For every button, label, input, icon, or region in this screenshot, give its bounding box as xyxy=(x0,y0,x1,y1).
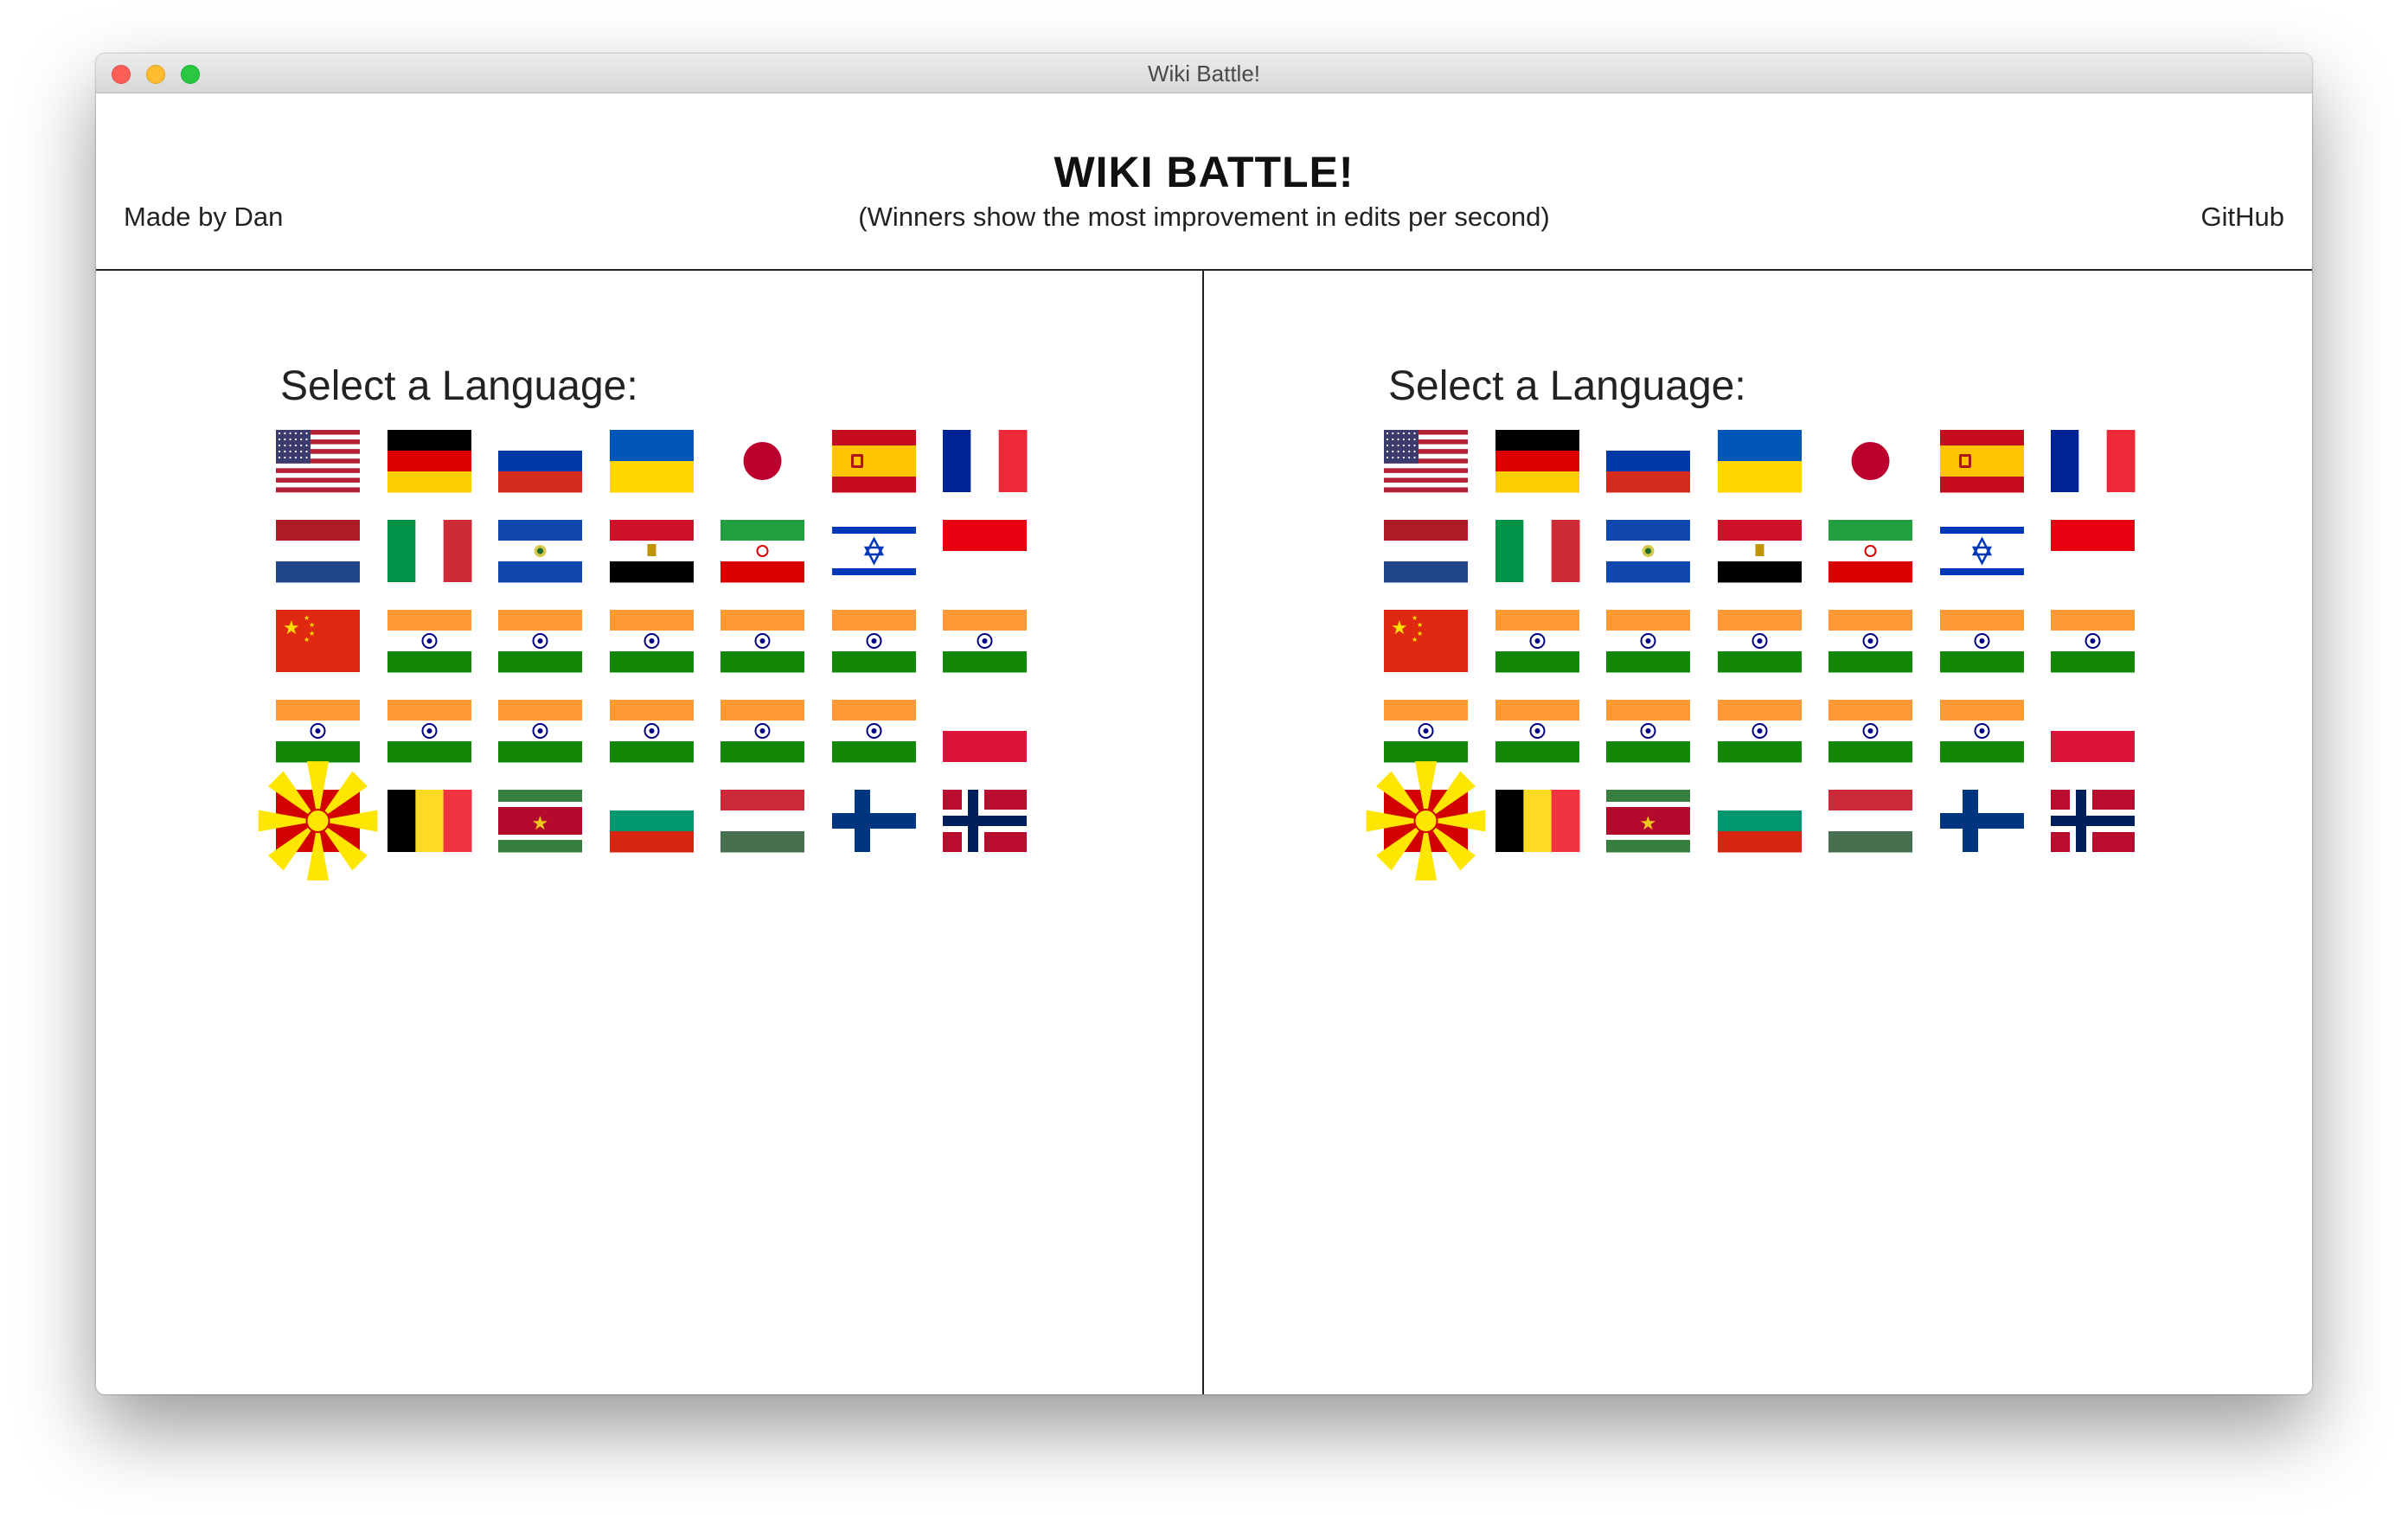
select-language-label: Select a Language: xyxy=(280,363,638,409)
germany-flag-button[interactable] xyxy=(387,430,471,493)
macedonia-flag-button[interactable] xyxy=(258,761,378,881)
india-flag-button[interactable] xyxy=(720,700,804,763)
china-flag-button[interactable]: ★ ★★★★ xyxy=(1384,610,1468,672)
el-salvador-flag-button[interactable] xyxy=(1606,520,1690,583)
india-flag-button[interactable] xyxy=(943,610,1027,673)
india-flag-button[interactable] xyxy=(1717,610,1802,673)
india-flag-button[interactable] xyxy=(1717,700,1802,763)
svg-text:★: ★ xyxy=(1417,621,1423,629)
india-flag-button[interactable] xyxy=(276,700,360,763)
italy-flag-button[interactable] xyxy=(1495,520,1579,582)
page-title: WIKI BATTLE! xyxy=(1054,148,1354,196)
india-flag-button[interactable] xyxy=(1828,700,1912,763)
iran-flag-button[interactable] xyxy=(720,520,804,583)
window-title: Wiki Battle! xyxy=(1147,61,1261,86)
bulgaria-flag-button[interactable] xyxy=(1717,790,1802,853)
norway-flag-button[interactable] xyxy=(2051,790,2135,852)
right-language-panel: Select a Language: ★ ★ ★ ★ ★ ★ xyxy=(1204,271,2311,1394)
israel-flag-button[interactable] xyxy=(1939,520,2024,582)
india-flag-button[interactable] xyxy=(498,700,582,763)
india-flag-button[interactable] xyxy=(720,610,804,673)
finland-flag-button[interactable] xyxy=(831,790,916,852)
india-flag-button[interactable] xyxy=(1939,610,2024,673)
hungary-flag-button[interactable] xyxy=(1828,790,1912,853)
spain-flag-button[interactable] xyxy=(1939,430,2024,493)
us-flag-button[interactable] xyxy=(276,430,360,493)
suriname-flag-button[interactable]: ★ xyxy=(1606,790,1690,853)
india-flag-button[interactable] xyxy=(609,700,694,763)
svg-text:★: ★ xyxy=(309,621,315,629)
svg-text:★: ★ xyxy=(1412,636,1418,644)
svg-text:★: ★ xyxy=(1391,618,1408,639)
india-flag-button[interactable] xyxy=(1606,610,1690,673)
belgium-flag-button[interactable] xyxy=(1495,790,1579,852)
hungary-flag-button[interactable] xyxy=(720,790,804,853)
india-flag-button[interactable] xyxy=(2051,610,2135,673)
svg-text:★: ★ xyxy=(532,813,549,835)
india-flag-button[interactable] xyxy=(387,610,471,673)
india-flag-button[interactable] xyxy=(1939,700,2024,763)
us-flag-button[interactable] xyxy=(1384,430,1468,493)
indonesia-flag-button[interactable] xyxy=(2051,520,2135,582)
page-subtitle: (Winners show the most improvement in ed… xyxy=(858,202,1550,232)
finland-flag-button[interactable] xyxy=(1939,790,2024,852)
made-by-text: Made by Dan xyxy=(124,202,284,232)
svg-text:★: ★ xyxy=(304,636,310,644)
india-flag-button[interactable] xyxy=(1384,700,1468,763)
netherlands-flag-button[interactable] xyxy=(1384,520,1468,583)
india-flag-button[interactable] xyxy=(831,700,916,763)
france-flag-button[interactable] xyxy=(943,430,1028,492)
japan-flag-button[interactable] xyxy=(720,430,804,492)
suriname-flag-button[interactable]: ★ xyxy=(498,790,582,853)
india-flag-button[interactable] xyxy=(831,610,916,673)
app-window: Wiki Battle! WIKI BATTLE! (Winners show … xyxy=(96,54,2312,1394)
svg-text:★: ★ xyxy=(1640,813,1657,835)
spain-flag-button[interactable] xyxy=(831,430,916,493)
france-flag-button[interactable] xyxy=(2051,430,2136,492)
belgium-flag-button[interactable] xyxy=(387,790,471,852)
indonesia-flag-button[interactable] xyxy=(943,520,1027,582)
ukraine-flag-button[interactable] xyxy=(609,430,694,493)
netherlands-flag-button[interactable] xyxy=(276,520,360,583)
china-flag-button[interactable]: ★ ★★★★ xyxy=(276,610,360,672)
poland-flag-button[interactable] xyxy=(943,700,1027,762)
russia-flag-button[interactable] xyxy=(1606,430,1690,493)
egypt-flag-button[interactable] xyxy=(1717,520,1802,583)
israel-flag-button[interactable] xyxy=(831,520,916,582)
poland-flag-button[interactable] xyxy=(2051,700,2135,762)
left-language-panel: Select a Language: ★ ★ ★ ★ ★ ★ xyxy=(96,271,1203,1394)
india-flag-button[interactable] xyxy=(498,610,582,673)
norway-flag-button[interactable] xyxy=(943,790,1027,852)
ukraine-flag-button[interactable] xyxy=(1717,430,1802,493)
iran-flag-button[interactable] xyxy=(1828,520,1912,583)
india-flag-button[interactable] xyxy=(387,700,471,763)
page-header: WIKI BATTLE! (Winners show the most impr… xyxy=(96,93,2312,271)
macedonia-flag-button[interactable] xyxy=(1366,761,1486,881)
svg-text:★: ★ xyxy=(283,618,300,639)
india-flag-button[interactable] xyxy=(1828,610,1912,673)
title-bar: Wiki Battle! xyxy=(96,54,2312,93)
germany-flag-button[interactable] xyxy=(1495,430,1579,493)
bulgaria-flag-button[interactable] xyxy=(609,790,694,853)
russia-flag-button[interactable] xyxy=(498,430,582,493)
select-language-label: Select a Language: xyxy=(1388,363,1746,409)
india-flag-button[interactable] xyxy=(1495,700,1579,763)
india-flag-button[interactable] xyxy=(1606,700,1690,763)
egypt-flag-button[interactable] xyxy=(609,520,694,583)
japan-flag-button[interactable] xyxy=(1828,430,1912,492)
github-link[interactable]: GitHub xyxy=(2201,202,2284,233)
india-flag-button[interactable] xyxy=(1495,610,1579,673)
italy-flag-button[interactable] xyxy=(387,520,471,582)
india-flag-button[interactable] xyxy=(609,610,694,673)
el-salvador-flag-button[interactable] xyxy=(498,520,582,583)
